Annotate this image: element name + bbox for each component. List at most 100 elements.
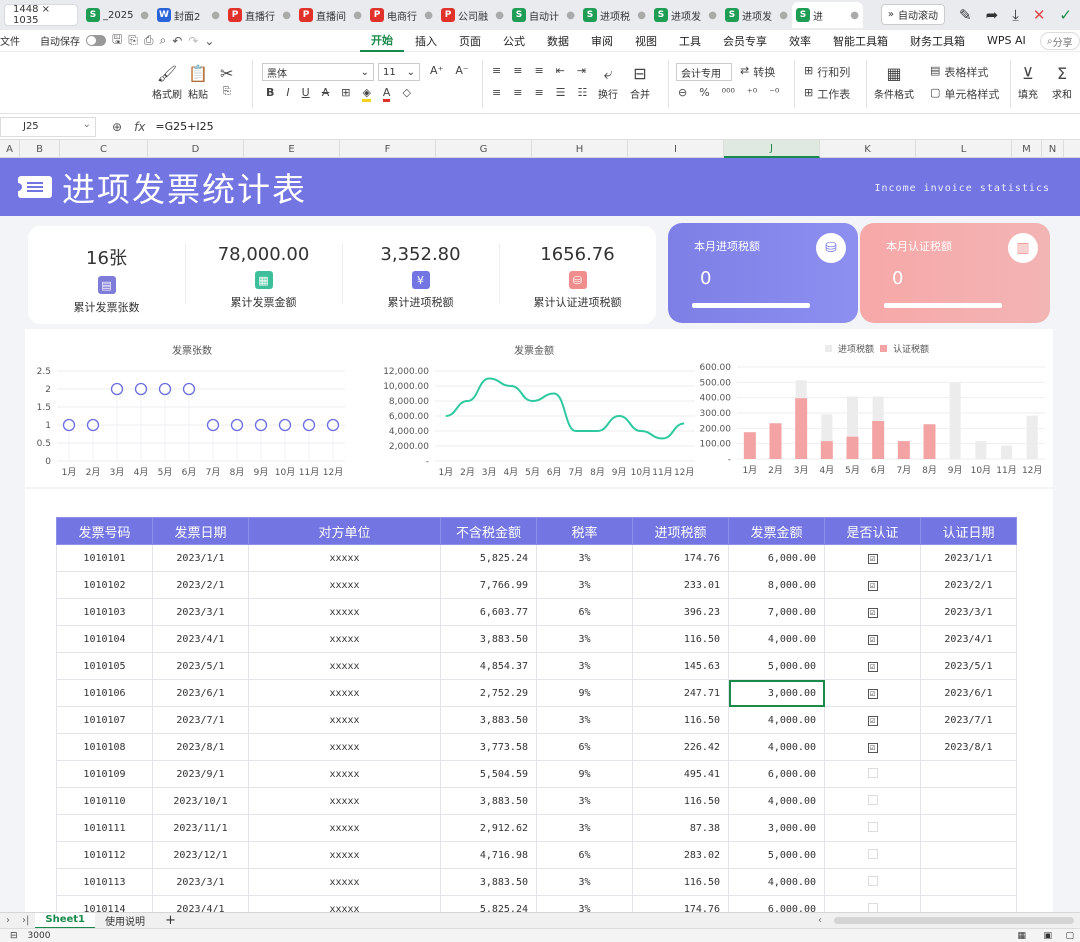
table-cell[interactable] (824, 841, 921, 869)
table-cell[interactable]: 6,000.00 (728, 760, 825, 788)
table-cell[interactable]: 2023/11/1 (152, 814, 249, 842)
table-cell[interactable]: 3% (536, 787, 633, 815)
font-size-select[interactable]: 11 ⌄ (378, 63, 420, 81)
table-cell[interactable]: 1010107 (56, 706, 153, 734)
check-icon[interactable]: ✓ (1059, 6, 1072, 24)
table-cell[interactable] (824, 760, 921, 788)
horizontal-scrollbar[interactable] (834, 917, 1074, 924)
menu-tab[interactable]: 公式 (492, 30, 536, 52)
table-cell[interactable]: 5,000.00 (728, 652, 825, 680)
formula-input[interactable]: =G25+I25 (155, 120, 213, 133)
table-cell[interactable]: ☑ (824, 544, 921, 572)
column-header[interactable]: M (1012, 140, 1042, 158)
table-cell[interactable]: 4,854.37 (440, 652, 537, 680)
certified-checkbox[interactable] (867, 875, 878, 886)
column-header[interactable]: F (340, 140, 436, 158)
table-cell[interactable] (920, 760, 1017, 788)
fill-color-icon[interactable]: ◈ (362, 86, 371, 102)
table-cell[interactable]: 2023/7/1 (152, 706, 249, 734)
table-cell[interactable]: 2,752.29 (440, 679, 537, 707)
column-header[interactable]: G (436, 140, 532, 158)
table-cell[interactable]: 6% (536, 733, 633, 761)
table-cell[interactable]: 1010105 (56, 652, 153, 680)
table-cell[interactable]: 2023/7/1 (920, 706, 1017, 734)
underline-icon[interactable]: U (302, 86, 310, 102)
document-tab[interactable]: P 直播间 ● (295, 2, 366, 28)
column-header[interactable]: D (148, 140, 244, 158)
table-cell[interactable]: 2023/3/1 (152, 598, 249, 626)
align-center-icon[interactable]: ≡ (513, 86, 522, 99)
close-icon[interactable]: ● (637, 10, 646, 21)
table-header[interactable]: 认证日期 (920, 517, 1017, 545)
certified-checkbox[interactable]: ☑ (867, 634, 878, 645)
cut-button[interactable]: ✂ ⎘ (220, 64, 233, 97)
table-cell[interactable]: 1010112 (56, 841, 153, 869)
outdent-icon[interactable]: ⇥ (577, 64, 586, 77)
table-cell[interactable]: 6,603.77 (440, 598, 537, 626)
row-col-button[interactable]: ⊞ 行和列 (804, 64, 850, 80)
table-cell[interactable]: 226.42 (632, 733, 729, 761)
font-name-select[interactable]: 黑体 ⌄ (262, 63, 374, 81)
search-input[interactable]: ⌕ 分享 (1040, 32, 1080, 50)
close-icon[interactable]: ● (779, 10, 788, 21)
table-cell[interactable]: 1010102 (56, 571, 153, 599)
table-cell[interactable]: xxxxx (248, 868, 441, 896)
certified-checkbox[interactable]: ☑ (867, 688, 878, 699)
preview-icon[interactable]: ⌕ (159, 33, 166, 48)
table-cell[interactable]: xxxxx (248, 625, 441, 653)
table-cell[interactable]: 5,504.59 (440, 760, 537, 788)
table-cell[interactable]: 116.50 (632, 706, 729, 734)
table-cell[interactable]: xxxxx (248, 679, 441, 707)
table-cell[interactable]: 3,883.50 (440, 787, 537, 815)
scroll-left-icon[interactable]: › (0, 915, 16, 926)
table-cell[interactable]: 396.23 (632, 598, 729, 626)
close-icon[interactable]: ● (140, 10, 149, 21)
normal-view-icon[interactable]: ▦ (1017, 931, 1026, 941)
print-icon[interactable]: ⎙ (144, 33, 154, 48)
close-icon[interactable]: ● (495, 10, 504, 21)
percent-icon[interactable]: % (699, 86, 709, 99)
table-cell[interactable]: 7,766.99 (440, 571, 537, 599)
table-cell[interactable]: 87.38 (632, 814, 729, 842)
table-cell[interactable]: xxxxx (248, 814, 441, 842)
table-cell[interactable]: 247.71 (632, 679, 729, 707)
table-header[interactable]: 不含税金额 (440, 517, 537, 545)
table-cell[interactable]: 9% (536, 760, 633, 788)
table-cell[interactable]: 4,000.00 (728, 706, 825, 734)
decrease-decimal-icon[interactable]: ⁻⁰ (769, 86, 779, 99)
table-cell[interactable]: 116.50 (632, 787, 729, 815)
pdf-icon[interactable]: ⎘ (128, 33, 138, 48)
redo-icon[interactable]: ↷ (188, 34, 198, 48)
table-cell[interactable]: 4,716.98 (440, 841, 537, 869)
distribute-icon[interactable]: ☷ (578, 86, 588, 99)
thousands-icon[interactable]: ⁰⁰⁰ (722, 86, 735, 99)
table-cell[interactable] (920, 895, 1017, 912)
table-cell[interactable]: 3% (536, 814, 633, 842)
table-cell[interactable]: 3,883.50 (440, 868, 537, 896)
table-cell[interactable]: 2023/9/1 (152, 760, 249, 788)
table-cell[interactable]: 4,000.00 (728, 868, 825, 896)
table-cell[interactable]: ☑ (824, 679, 921, 707)
table-header[interactable]: 发票号码 (56, 517, 153, 545)
table-cell[interactable]: ☑ (824, 652, 921, 680)
table-cell[interactable] (824, 814, 921, 842)
increase-decimal-icon[interactable]: ⁺⁰ (747, 86, 757, 99)
table-cell[interactable]: 3% (536, 544, 633, 572)
certified-checkbox[interactable]: ☑ (867, 742, 878, 753)
column-header[interactable]: E (244, 140, 340, 158)
table-cell[interactable]: 6,000.00 (728, 544, 825, 572)
table-cell[interactable]: 2023/4/1 (920, 625, 1017, 653)
table-cell[interactable]: xxxxx (248, 544, 441, 572)
table-cell[interactable]: 2023/5/1 (920, 652, 1017, 680)
column-header[interactable]: H (532, 140, 628, 158)
italic-icon[interactable]: I (286, 86, 289, 102)
document-tab[interactable]: P 电商行 ● (366, 2, 437, 28)
document-tab[interactable]: S 进项税 ● (579, 2, 650, 28)
document-tab[interactable]: S进项发票 ● (721, 2, 792, 28)
table-cell[interactable]: xxxxx (248, 895, 441, 912)
menu-tab[interactable]: 插入 (404, 30, 448, 52)
table-header[interactable]: 税率 (536, 517, 633, 545)
table-cell[interactable]: 4,000.00 (728, 733, 825, 761)
table-style-button[interactable]: ▤ 表格样式 (930, 64, 988, 80)
sum-button[interactable]: Σ 求和 (1052, 64, 1072, 101)
